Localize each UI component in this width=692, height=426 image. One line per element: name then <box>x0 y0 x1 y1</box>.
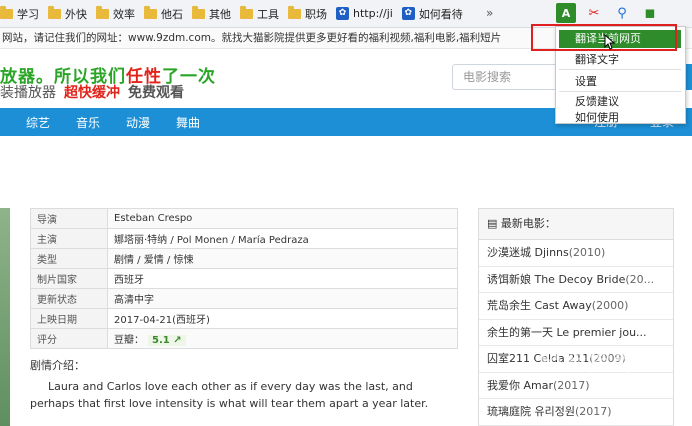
bookmark-other[interactable]: 其他 <box>192 5 231 22</box>
detail-value: 豆瓣： 5.1 ↗ <box>107 328 458 349</box>
bookmark-workplace[interactable]: 职场 <box>288 5 327 22</box>
plot-text: Laura and Carlos love each other as if e… <box>30 380 429 410</box>
translate-extension-icon[interactable]: A <box>556 3 576 23</box>
plot-heading: 剧情介绍： <box>30 359 85 372</box>
list-item[interactable]: 琉璃庭院 유리정원(2017) <box>479 399 673 426</box>
table-row: 上映日期 2017-04-21(西班牙) <box>30 308 458 329</box>
menu-divider <box>559 91 681 92</box>
bookmark-other-stone[interactable]: 他石 <box>144 5 183 22</box>
site-subslogan: 装播放器 超快缓冲 免费观看 <box>0 85 184 101</box>
folder-icon <box>288 5 301 19</box>
douban-score-link[interactable]: 5.1 ↗ <box>148 335 186 346</box>
detail-value: 2017-04-21(西班牙) <box>107 308 458 329</box>
bookmark-tools[interactable]: 工具 <box>240 5 279 22</box>
folder-icon <box>192 5 205 19</box>
table-row: 评分 豆瓣： 5.1 ↗ <box>30 328 458 349</box>
detail-value: 剧情 / 爱情 / 惊悚 <box>107 248 458 269</box>
menu-item-settings[interactable]: 设置 <box>575 73 597 89</box>
table-row: 更新状态 高清中字 <box>30 288 458 309</box>
movie-details-table: 导演 Esteban Crespo 主演 娜塔丽·特纳 / Pol Monen / … <box>30 208 458 349</box>
extension-toolbar: A ✂ ⚲ ◼ <box>556 3 660 23</box>
bookmarks-overflow-button[interactable]: » <box>486 6 493 20</box>
detail-value: Esteban Crespo <box>107 208 458 229</box>
latest-movies-heading: ▤ 最新电影： <box>479 209 673 240</box>
nav-item-variety[interactable]: 综艺 <box>26 114 50 131</box>
latest-movies-panel: ▤ 最新电影： 沙漠迷城 Djinns(2010) 诱饵新娘 The Decoy… <box>478 208 674 426</box>
detail-key: 制片国家 <box>30 268 108 289</box>
mouse-cursor-icon <box>604 34 616 50</box>
nav-item-music[interactable]: 音乐 <box>76 114 100 131</box>
watermark: 经验指南 <box>540 351 637 376</box>
detail-value: 娜塔丽·特纳 / Pol Monen / María Pedraza <box>107 228 458 249</box>
list-item[interactable]: 沙漠迷城 Djinns(2010) <box>479 240 673 267</box>
detail-key: 更新状态 <box>30 288 108 309</box>
folder-icon <box>144 5 157 19</box>
bookmark-how-to-view[interactable]: ✿ 如何看待 <box>401 6 463 22</box>
paw-icon: ✿ <box>336 7 349 20</box>
bookmark-efficiency[interactable]: 效率 <box>96 5 135 22</box>
nav-item-anime[interactable]: 动漫 <box>126 114 150 131</box>
folder-icon <box>96 5 109 19</box>
game-controller-icon[interactable]: ◼ <box>640 3 660 23</box>
film-icon: ▤ <box>487 217 498 230</box>
table-row: 类型 剧情 / 爱情 / 惊悚 <box>30 248 458 269</box>
paw-icon: ✿ <box>401 7 415 20</box>
table-row: 制片国家 西班牙 <box>30 268 458 289</box>
menu-divider <box>559 69 681 70</box>
screenshot-scissors-icon[interactable]: ✂ <box>584 3 604 23</box>
search-icon[interactable]: ⚲ <box>612 3 632 23</box>
nav-item-dance[interactable]: 舞曲 <box>176 114 200 131</box>
detail-key: 主演 <box>30 228 108 249</box>
external-link-icon: ↗ <box>173 335 182 346</box>
table-row: 导演 Esteban Crespo <box>30 208 458 229</box>
detail-value: 西班牙 <box>107 268 458 289</box>
detail-key: 类型 <box>30 248 108 269</box>
list-item[interactable]: 荒岛余生 Cast Away(2000) <box>479 293 673 320</box>
folder-icon <box>240 5 253 19</box>
bookmark-http[interactable]: ✿ http://ji <box>336 7 393 20</box>
folder-icon <box>0 5 13 19</box>
menu-item-feedback[interactable]: 反馈建议 <box>575 93 619 109</box>
bookmark-study[interactable]: 学习 <box>0 5 39 22</box>
menu-item-translate-text[interactable]: 翻译文字 <box>575 51 619 67</box>
folder-icon <box>48 5 61 19</box>
list-item[interactable]: 诱饵新娘 The Decoy Bride(20... <box>479 267 673 293</box>
detail-key: 评分 <box>30 328 108 349</box>
bookmark-side-income[interactable]: 外快 <box>48 5 87 22</box>
detail-value: 高清中字 <box>107 288 458 309</box>
movie-poster[interactable] <box>0 208 10 426</box>
detail-key: 上映日期 <box>30 308 108 329</box>
list-item[interactable]: 余生的第一天 Le premier jou... <box>479 320 673 346</box>
menu-item-how-to-use[interactable]: 如何使用 <box>575 109 619 125</box>
table-row: 主演 娜塔丽·特纳 / Pol Monen / María Pedraza <box>30 228 458 249</box>
detail-key: 导演 <box>30 208 108 229</box>
